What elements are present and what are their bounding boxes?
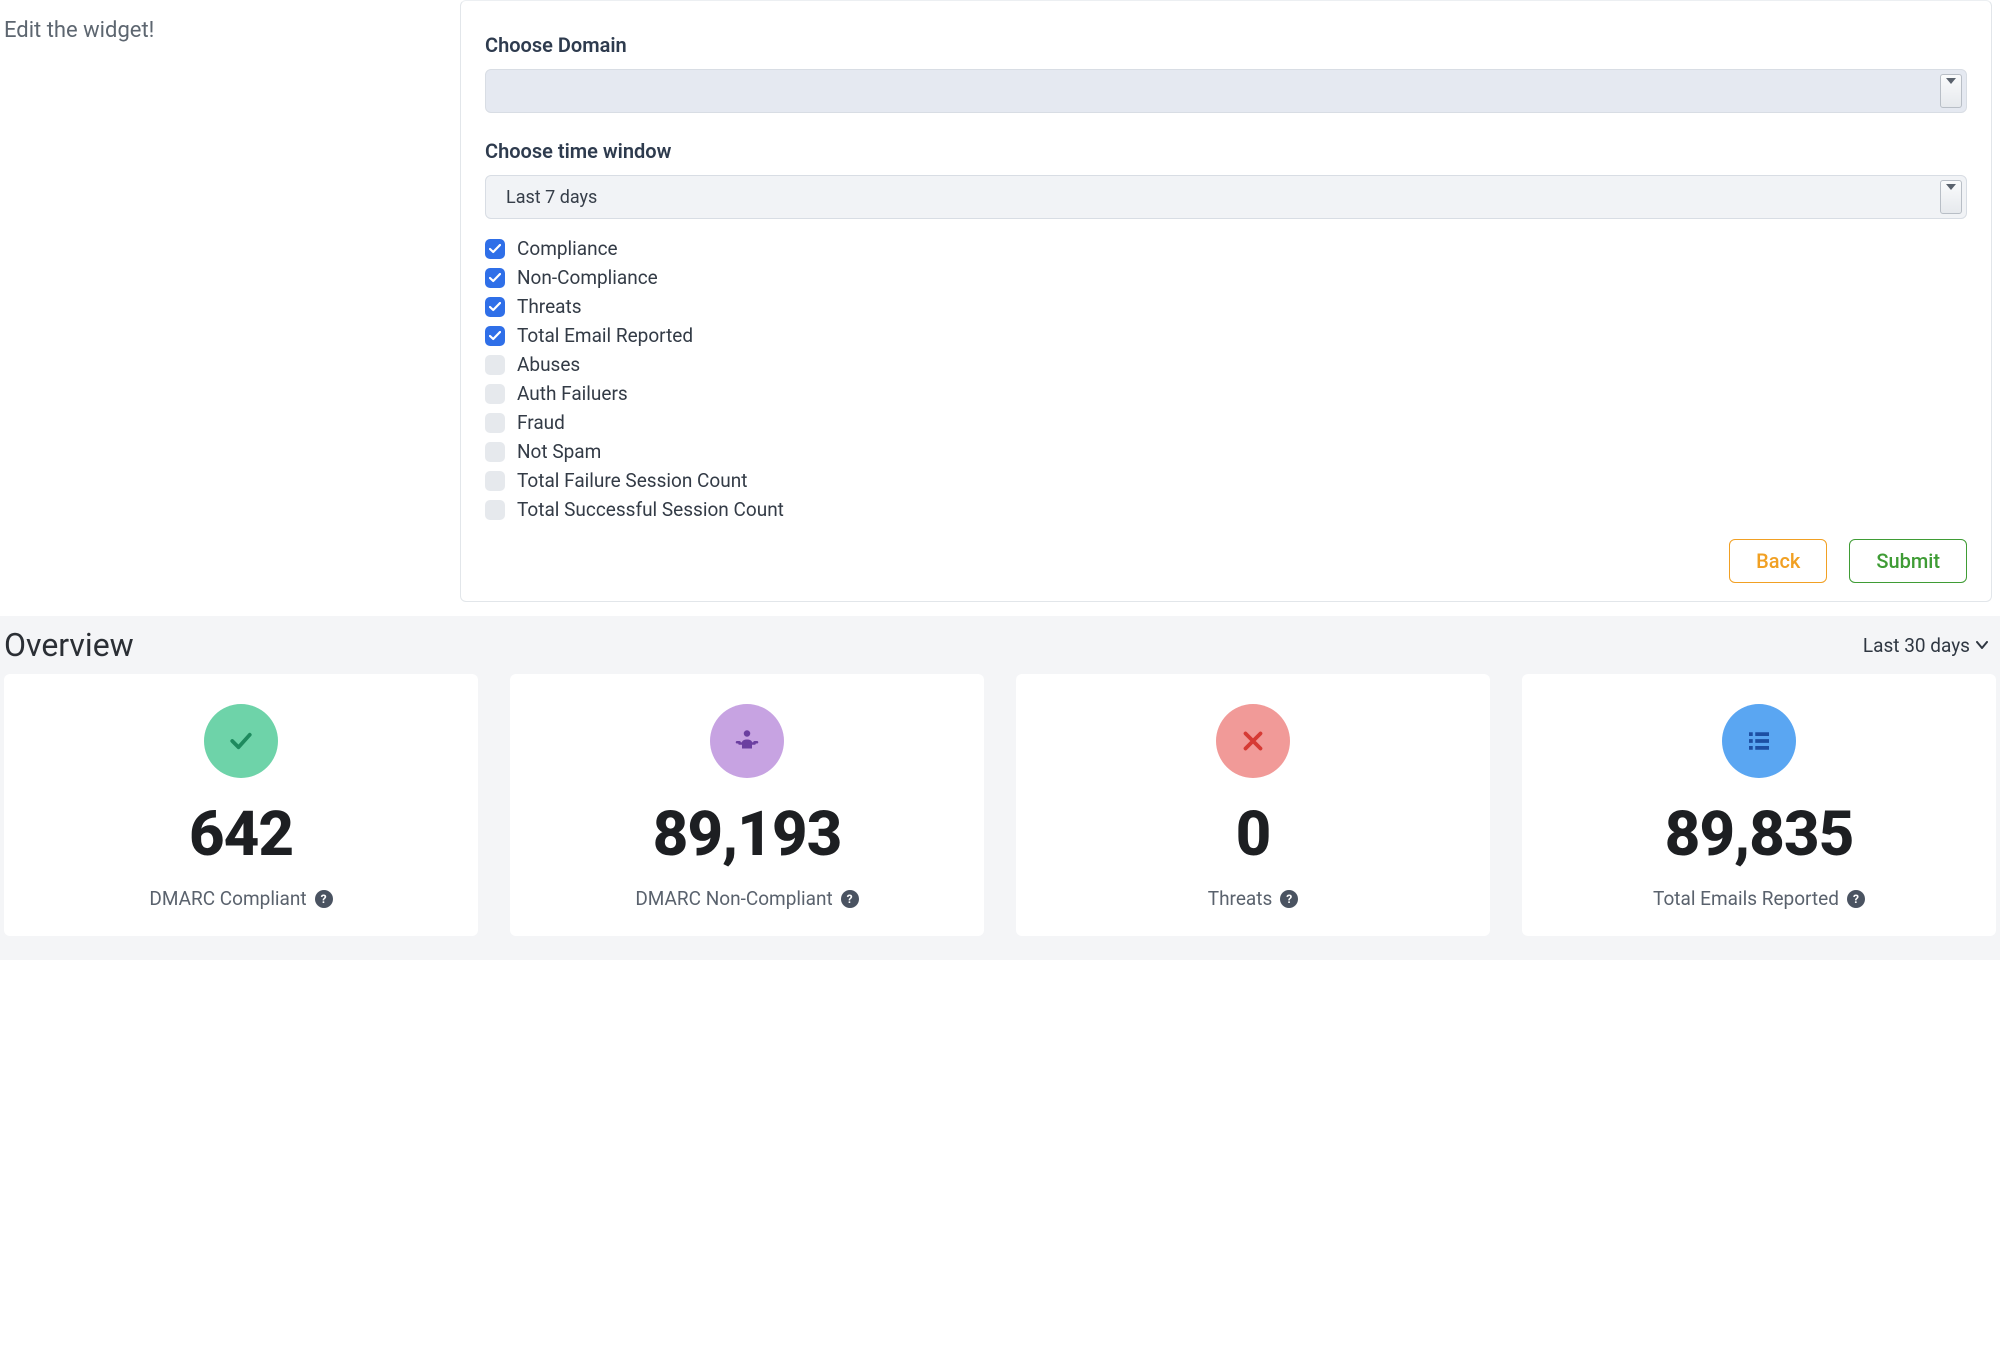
checkbox-label: Not Spam (517, 440, 601, 463)
submit-button[interactable]: Submit (1849, 539, 1967, 583)
help-icon[interactable]: ? (315, 890, 333, 908)
checkbox-label: Compliance (517, 237, 618, 260)
list-icon (1722, 704, 1796, 778)
checkbox-checked-icon (485, 239, 505, 259)
checkbox-label: Non-Compliance (517, 266, 658, 289)
person-icon (710, 704, 784, 778)
domain-select[interactable] (485, 69, 1967, 113)
checkbox-unchecked-icon (485, 413, 505, 433)
checkbox-label: Total Successful Session Count (517, 498, 784, 521)
checkbox-checked-icon (485, 297, 505, 317)
help-icon[interactable]: ? (1280, 890, 1298, 908)
stat-value: 89,193 (653, 798, 842, 871)
edit-widget-heading: Edit the widget! (0, 0, 460, 43)
overview-section: Overview Last 30 days 642 DMARC Compliant… (0, 616, 2000, 960)
stat-card-threats: 0 Threats? (1016, 674, 1490, 936)
form-actions: Back Submit (485, 539, 1967, 583)
checkbox-total-successful-session-count[interactable]: Total Successful Session Count (485, 498, 1967, 521)
check-icon (204, 704, 278, 778)
checkbox-unchecked-icon (485, 355, 505, 375)
checkbox-label: Auth Failuers (517, 382, 628, 405)
time-window-select[interactable]: Last 7 days (485, 175, 1967, 219)
checkbox-checked-icon (485, 268, 505, 288)
checkbox-checked-icon (485, 326, 505, 346)
checkbox-label: Abuses (517, 353, 580, 376)
checkbox-abuses[interactable]: Abuses (485, 353, 1967, 376)
checkbox-threats[interactable]: Threats (485, 295, 1967, 318)
overview-range-select[interactable]: Last 30 days (1863, 634, 1988, 657)
overview-title: Overview (4, 626, 134, 664)
checkbox-compliance[interactable]: Compliance (485, 237, 1967, 260)
checkbox-total-failure-session-count[interactable]: Total Failure Session Count (485, 469, 1967, 492)
checkbox-unchecked-icon (485, 471, 505, 491)
stat-cards: 642 DMARC Compliant? 89,193 DMARC Non-Compl… (0, 674, 2000, 936)
stat-value: 0 (1236, 798, 1271, 871)
choose-time-label: Choose time window (485, 139, 1967, 163)
checkbox-non-compliance[interactable]: Non-Compliance (485, 266, 1967, 289)
checkbox-label: Threats (517, 295, 582, 318)
checkbox-unchecked-icon (485, 500, 505, 520)
stat-label: DMARC Compliant? (149, 887, 332, 910)
chevron-down-icon (1940, 180, 1962, 214)
choose-domain-label: Choose Domain (485, 33, 1967, 57)
checkbox-not-spam[interactable]: Not Spam (485, 440, 1967, 463)
checkbox-label: Fraud (517, 411, 565, 434)
stat-label: Total Emails Reported? (1653, 887, 1865, 910)
chevron-down-icon (1940, 74, 1962, 108)
stat-label: Threats? (1208, 887, 1299, 910)
stat-card-dmarc-non-compliant: 89,193 DMARC Non-Compliant? (510, 674, 984, 936)
stat-card-dmarc-compliant: 642 DMARC Compliant? (4, 674, 478, 936)
stat-label: DMARC Non-Compliant? (635, 887, 858, 910)
checkbox-unchecked-icon (485, 442, 505, 462)
stat-value: 642 (189, 798, 293, 871)
stat-value: 89,835 (1665, 798, 1854, 871)
checkbox-label: Total Failure Session Count (517, 469, 747, 492)
checkbox-total-email-reported[interactable]: Total Email Reported (485, 324, 1967, 347)
back-button[interactable]: Back (1729, 539, 1827, 583)
x-icon (1216, 704, 1290, 778)
time-window-value: Last 7 days (506, 187, 597, 208)
chevron-down-icon (1976, 641, 1988, 649)
widget-config-panel: Choose Domain Choose time window Last 7 … (460, 0, 1992, 602)
help-icon[interactable]: ? (841, 890, 859, 908)
checkbox-unchecked-icon (485, 384, 505, 404)
checkbox-label: Total Email Reported (517, 324, 693, 347)
stat-card-total-emails-reported: 89,835 Total Emails Reported? (1522, 674, 1996, 936)
checkbox-auth-failuers[interactable]: Auth Failuers (485, 382, 1967, 405)
checkbox-fraud[interactable]: Fraud (485, 411, 1967, 434)
overview-range-label: Last 30 days (1863, 634, 1970, 657)
help-icon[interactable]: ? (1847, 890, 1865, 908)
metrics-checklist: Compliance Non-Compliance Threats Total Ema… (485, 237, 1967, 521)
